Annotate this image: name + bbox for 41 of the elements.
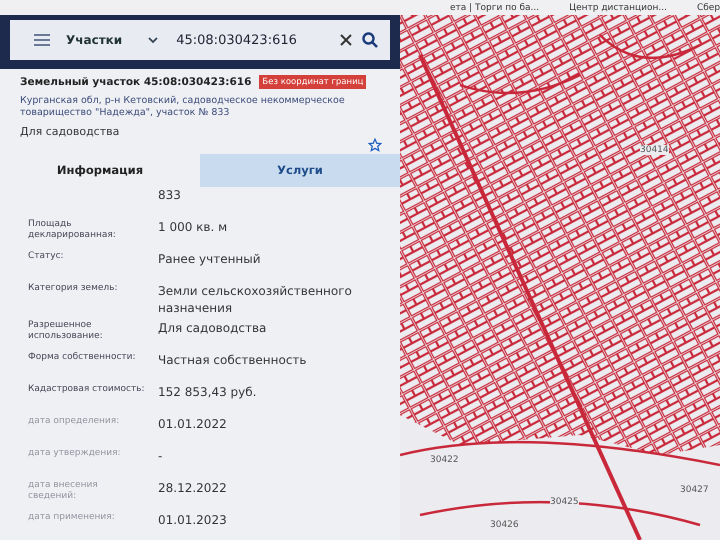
map-label: 30427 bbox=[680, 485, 709, 495]
field-value: 28.12.2022 bbox=[158, 480, 227, 497]
status-badge: Без координат границ bbox=[259, 75, 366, 89]
field-label: дата внесения сведений: bbox=[28, 480, 99, 503]
field-value: Для садоводства bbox=[158, 320, 266, 337]
field-label: дата определения: bbox=[28, 416, 120, 428]
parcel-use: Для садоводства bbox=[20, 124, 120, 138]
map-label: 30414 bbox=[640, 145, 669, 155]
field-label: дата утверждения: bbox=[28, 448, 122, 460]
field-label: Категория земель: bbox=[28, 282, 118, 294]
bookmark-link[interactable]: ета | Торги по ба... bbox=[450, 2, 540, 12]
layer-dropdown[interactable]: Участки bbox=[66, 33, 122, 47]
field-value: 1 000 кв. м bbox=[158, 218, 228, 236]
field-label: Разрешенное использование: bbox=[28, 320, 104, 343]
field-value: 833 bbox=[158, 186, 181, 204]
tab[interactable]: Услуги bbox=[200, 154, 400, 187]
field-label: Статус: bbox=[28, 250, 65, 262]
bookmark-link[interactable]: Сбер bbox=[696, 2, 720, 12]
field-label: дата применения: bbox=[28, 512, 116, 524]
field-value: - bbox=[158, 448, 162, 465]
field-value: 152 853,43 руб. bbox=[158, 384, 256, 401]
search-input[interactable]: 45:08:030423:616 bbox=[174, 32, 330, 48]
parcel-title: Земельный участок 45:08:030423:616 bbox=[20, 76, 252, 88]
field-label: Кадастровая стоимость: bbox=[28, 384, 146, 396]
star-icon[interactable] bbox=[368, 138, 382, 152]
field-value: Ранее учтенный bbox=[158, 250, 261, 268]
map-label: 30422 bbox=[430, 455, 459, 465]
field-value: 01.01.2023 bbox=[158, 512, 227, 529]
map-label: 30425 bbox=[550, 497, 579, 507]
field-value: Земли сельскохозяйственного назначения bbox=[158, 282, 353, 318]
field-value: Частная собственность bbox=[158, 352, 306, 369]
field-label: Форма собственности: bbox=[28, 352, 137, 364]
search-icon[interactable] bbox=[362, 32, 378, 48]
chevron-down-icon[interactable] bbox=[148, 36, 158, 44]
field-value: 01.01.2022 bbox=[158, 416, 227, 433]
menu-icon[interactable] bbox=[34, 34, 50, 46]
parcel-address: Курганская обл, р-н Кетовский, садоводческое некоммерческое товарищество "Надежда", участок № 833 bbox=[20, 95, 346, 119]
bookmark-link[interactable]: Центр дистанцион... bbox=[569, 2, 667, 12]
map-label: 30426 bbox=[490, 520, 519, 530]
close-icon[interactable] bbox=[340, 34, 352, 46]
field-label: Площадь декларированная: bbox=[28, 218, 117, 242]
